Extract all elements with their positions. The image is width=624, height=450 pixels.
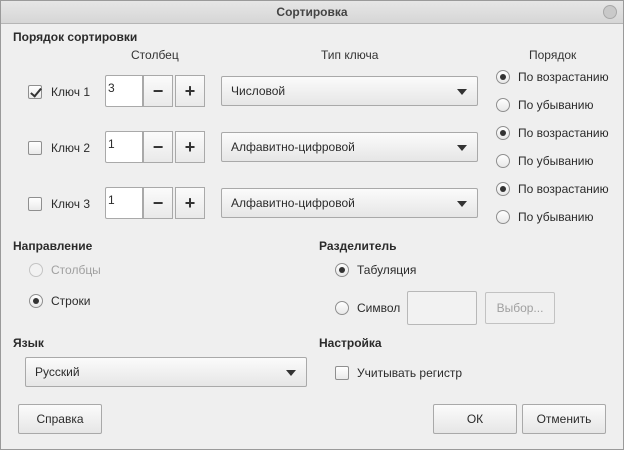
close-icon[interactable]: [603, 5, 617, 19]
key1-plus-button[interactable]: +: [175, 75, 205, 107]
key1-column-input[interactable]: 3: [105, 75, 143, 107]
direction-columns-radio[interactable]: [29, 263, 43, 277]
key3-column-input[interactable]: 1: [105, 187, 143, 219]
key2-type-value: Алфавитно-цифровой: [231, 140, 355, 154]
key2-label: Ключ 2: [51, 141, 90, 155]
key2-checkbox[interactable]: [28, 141, 42, 155]
key1-checkbox[interactable]: [28, 85, 42, 99]
key2-minus-button[interactable]: −: [143, 131, 173, 163]
choose-button[interactable]: Выбор...: [485, 292, 555, 324]
key3-type-select[interactable]: Алфавитно-цифровой: [221, 188, 478, 218]
separator-tab-radio[interactable]: [335, 263, 349, 277]
key3-minus-button[interactable]: −: [143, 187, 173, 219]
key1-asc-label: По возрастанию: [518, 70, 609, 84]
key2-asc-radio[interactable]: [496, 126, 510, 140]
help-button[interactable]: Справка: [18, 404, 102, 434]
order-header: Порядок: [529, 48, 577, 62]
key1-type-select[interactable]: Числовой: [221, 76, 478, 106]
key3-type-value: Алфавитно-цифровой: [231, 196, 355, 210]
chevron-down-icon: [457, 89, 467, 95]
key3-plus-button[interactable]: +: [175, 187, 205, 219]
direction-heading: Направление: [13, 239, 93, 253]
chevron-down-icon: [457, 201, 467, 207]
key1-label: Ключ 1: [51, 85, 90, 99]
key3-asc-radio[interactable]: [496, 182, 510, 196]
chevron-down-icon: [286, 370, 296, 376]
language-select[interactable]: Русский: [25, 357, 307, 387]
key1-minus-button[interactable]: −: [143, 75, 173, 107]
chevron-down-icon: [457, 145, 467, 151]
key2-asc-label: По возрастанию: [518, 126, 609, 140]
key2-desc-label: По убыванию: [518, 154, 594, 168]
key2-plus-button[interactable]: +: [175, 131, 205, 163]
direction-columns-label: Столбцы: [51, 263, 101, 277]
window-title: Сортировка: [276, 5, 348, 19]
separator-heading: Разделитель: [319, 239, 397, 253]
column-header: Столбец: [131, 48, 179, 62]
key-type-header: Тип ключа: [321, 48, 379, 62]
ok-button[interactable]: ОК: [433, 404, 517, 434]
key2-column-input[interactable]: 1: [105, 131, 143, 163]
separator-tab-label: Табуляция: [357, 263, 417, 277]
separator-symbol-label: Символ: [357, 301, 401, 315]
language-value: Русский: [35, 365, 80, 379]
key2-type-select[interactable]: Алфавитно-цифровой: [221, 132, 478, 162]
direction-rows-radio[interactable]: [29, 294, 43, 308]
key1-asc-radio[interactable]: [496, 70, 510, 84]
key3-checkbox[interactable]: [28, 197, 42, 211]
case-sensitive-checkbox[interactable]: [335, 366, 349, 380]
key3-desc-label: По убыванию: [518, 210, 594, 224]
key2-desc-radio[interactable]: [496, 154, 510, 168]
separator-symbol-radio[interactable]: [335, 301, 349, 315]
separator-symbol-input[interactable]: [407, 291, 477, 325]
key1-desc-label: По убыванию: [518, 98, 594, 112]
title-bar: Сортировка: [1, 1, 623, 24]
key3-asc-label: По возрастанию: [518, 182, 609, 196]
key3-label: Ключ 3: [51, 197, 90, 211]
settings-heading: Настройка: [319, 336, 382, 350]
cancel-button[interactable]: Отменить: [522, 404, 606, 434]
direction-rows-label: Строки: [51, 294, 91, 308]
case-sensitive-label: Учитывать регистр: [357, 366, 463, 380]
key3-desc-radio[interactable]: [496, 210, 510, 224]
sort-dialog: Сортировка Порядок сортировки Столбец Ти…: [0, 0, 624, 450]
sort-order-heading: Порядок сортировки: [13, 30, 138, 44]
key1-desc-radio[interactable]: [496, 98, 510, 112]
language-heading: Язык: [13, 336, 44, 350]
key1-type-value: Числовой: [231, 84, 286, 98]
